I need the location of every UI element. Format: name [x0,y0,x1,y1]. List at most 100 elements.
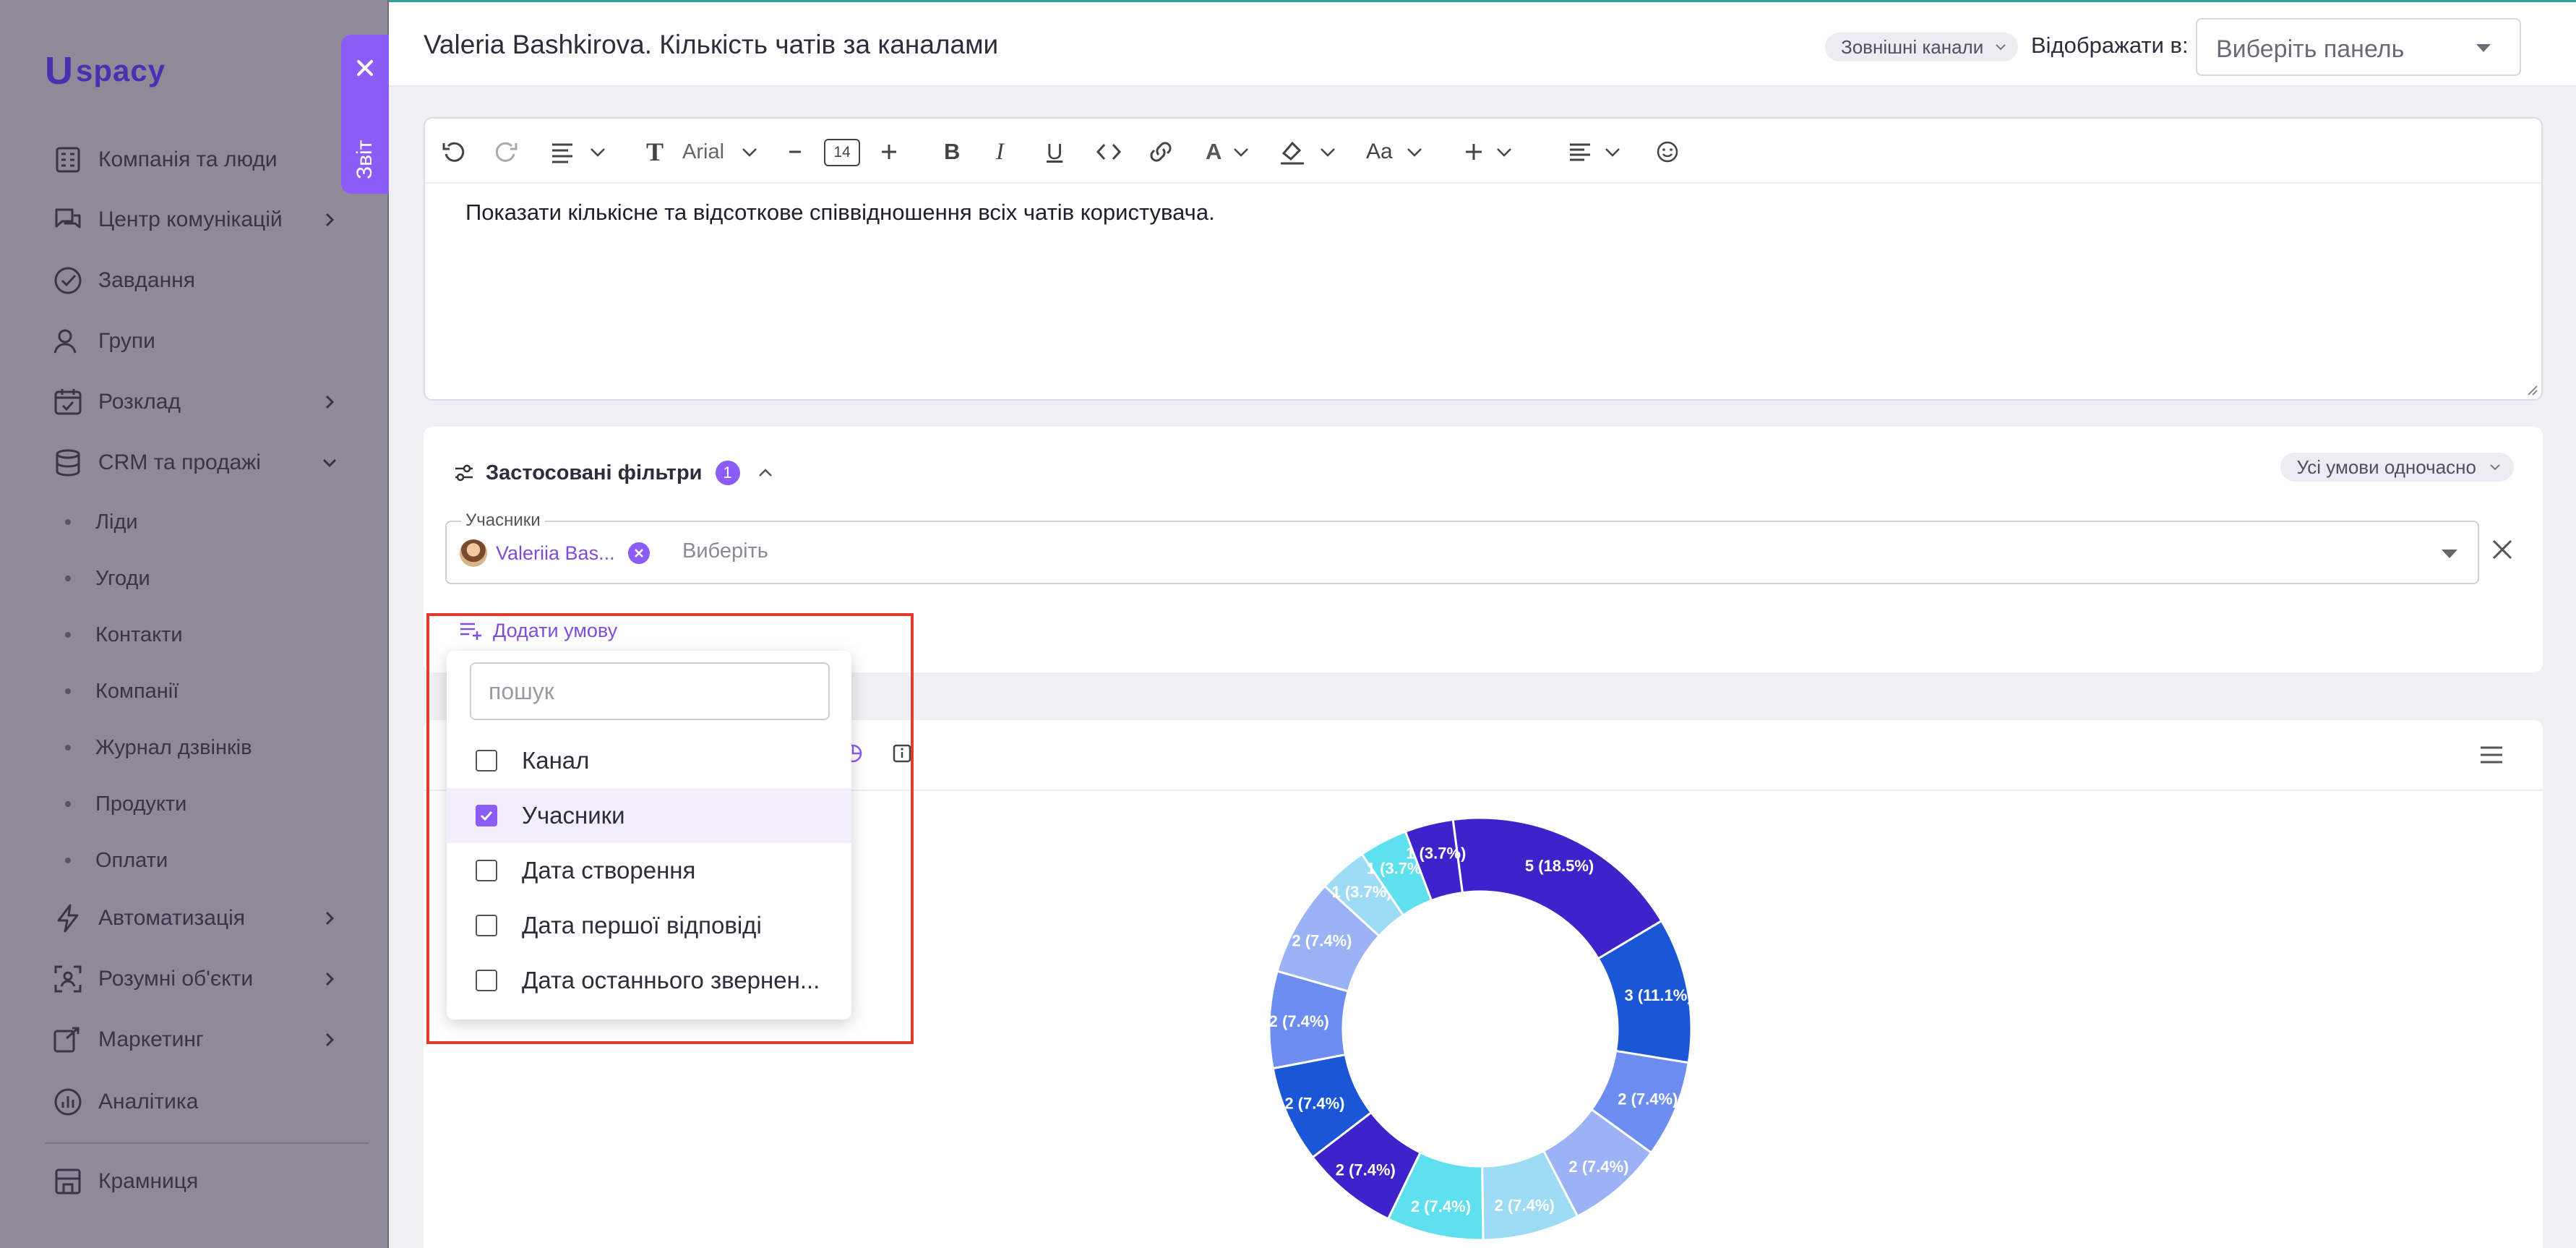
checkbox[interactable] [476,750,497,772]
sidebar-item-label: Компанія та люди [98,148,278,171]
store-icon [51,1164,85,1199]
chevron-down-icon[interactable] [1603,137,1622,166]
sidebar-item-label: Автоматизація [98,906,246,930]
checkbox[interactable] [476,970,497,991]
sidebar-subitem-call-log[interactable]: Журнал дзвінків [65,731,252,764]
chevron-down-icon[interactable] [1495,137,1514,166]
sidebar-item-store[interactable]: Крамниця [51,1161,369,1202]
panel-select[interactable]: Виберіть панель [2196,18,2521,76]
checkbox[interactable] [476,915,497,936]
spacy-logo[interactable]: U spacy [45,51,166,91]
dropdown-option-first-response-date[interactable]: Дата першої відповіді [447,898,851,953]
sidebar-item-label: Групи [98,329,155,353]
panel-select-placeholder: Виберіть панель [2216,35,2405,63]
chevron-down-icon[interactable] [588,137,607,166]
checkbox-checked[interactable] [476,805,497,826]
logo-text: spacy [76,54,166,87]
dropdown-option-created-date[interactable]: Дата створення [447,843,851,898]
decrease-font-icon[interactable] [786,137,804,166]
subitem-label: Контакти [95,623,183,646]
sidebar-item-marketing[interactable]: Маркетинг [51,1020,369,1060]
participant-chip-name: Valeriia Bas... [496,542,615,564]
sidebar-item-analytics[interactable]: Аналітика [51,1082,369,1122]
donut-slice[interactable] [1451,816,1663,960]
close-icon[interactable] [353,56,377,80]
filters-header[interactable]: Застосовані фільтри 1 [452,458,775,487]
checkbox[interactable] [476,860,497,881]
rich-text-editor[interactable]: T Arial 14 B I U A Aa Показати кількісне… [424,117,2543,401]
chevron-down-icon [322,458,337,468]
remove-chip-icon[interactable] [627,542,650,564]
slice-label: 3 (11.1%) [1624,986,1692,1004]
emoji-icon[interactable] [1655,137,1680,166]
dropdown-option-last-contact-date[interactable]: Дата останнього звернен... [447,953,851,1008]
report-side-tab[interactable]: Звіт [341,35,389,194]
participants-select[interactable]: Учасники Valeriia Bas... Виберіть [445,510,2479,584]
paragraph-format-icon[interactable] [548,137,577,166]
building-icon [51,142,85,177]
add-condition-button[interactable]: Додати умову [458,616,617,645]
highlight-color-icon[interactable] [1278,137,1307,166]
page-title: Valeria Bashkirova. Кількість чатів за к… [424,30,999,59]
sidebar-item-label: Розклад [98,390,181,414]
chevron-down-icon[interactable] [1405,137,1424,166]
resize-handle-icon[interactable] [2525,383,2538,396]
chevron-down-icon[interactable] [1232,137,1250,166]
bold-icon[interactable]: B [944,137,960,166]
chevron-down-icon[interactable] [740,137,759,166]
italic-icon[interactable]: I [996,137,1004,166]
subitem-label: Угоди [95,566,150,590]
subitem-label: Ліди [95,510,138,534]
chevron-down-icon [1996,44,2006,51]
align-left-icon[interactable] [1567,137,1593,166]
link-icon[interactable] [1146,137,1175,166]
sidebar-subitem-products[interactable]: Продукти [65,787,186,821]
caret-down-icon[interactable] [2442,550,2457,558]
hamburger-menu-icon[interactable] [2478,742,2505,768]
chevron-up-icon[interactable] [756,463,775,482]
slice-label: 1 (3.7%) [1406,845,1466,863]
sidebar-item-groups[interactable]: Групи [51,321,369,362]
conditions-mode-select[interactable]: Усі умови одночасно [2280,453,2514,482]
font-family-select[interactable]: Arial [682,137,724,166]
sidebar-subitem-contacts[interactable]: Контакти [65,618,183,651]
increase-font-icon[interactable] [879,137,899,166]
insert-plus-icon[interactable] [1463,137,1485,166]
sidebar-item-company[interactable]: Компанія та люди [51,140,369,180]
sidebar-item-automation[interactable]: Автоматизація [51,898,369,939]
sidebar-subitem-companies[interactable]: Компанії [65,675,179,708]
editor-content[interactable]: Показати кількісне та відсоткове співвід… [465,200,1215,226]
sidebar-item-schedule[interactable]: Розклад [51,382,369,422]
sidebar-subitem-deals[interactable]: Угоди [65,562,150,595]
channels-badge[interactable]: Зовнішні канали [1825,33,2019,61]
participant-chip[interactable]: Valeriia Bas... [460,538,650,568]
sidebar-subitem-payments[interactable]: Оплати [65,844,168,877]
info-icon[interactable] [890,742,914,765]
sidebar-item-label: Розумні об'єкти [98,967,254,991]
chevron-down-icon[interactable] [1318,137,1337,166]
dropdown-option-participants[interactable]: Учасники [447,788,851,843]
redo-icon[interactable] [491,137,520,166]
sidebar-item-tasks[interactable]: Завдання [51,260,369,301]
clear-filter-icon[interactable] [2488,535,2517,564]
dropdown-search-input[interactable] [470,662,830,720]
sidebar-item-crm[interactable]: CRM та продажі [51,443,369,483]
sidebar-item-smart-objects[interactable]: Розумні об'єкти [51,959,369,999]
text-case-icon[interactable]: Aa [1366,137,1393,166]
add-condition-label: Додати умову [493,619,618,641]
sidebar-subitem-leads[interactable]: Ліди [65,505,138,539]
undo-icon[interactable] [439,137,468,166]
font-size-input[interactable]: 14 [824,139,860,166]
participants-label: Учасники [461,510,545,531]
dropdown-option-channel[interactable]: Канал [447,733,851,788]
filters-count-badge: 1 [715,461,740,485]
underline-icon[interactable]: U [1047,137,1062,166]
subitem-label: Продукти [95,792,187,816]
text-color-icon[interactable]: A [1206,137,1222,166]
text-style-icon[interactable]: T [646,137,664,166]
sidebar-item-communications[interactable]: Центр комунікацій [51,200,369,240]
code-icon[interactable] [1094,137,1123,166]
caret-down-icon [2476,44,2491,52]
slice-label: 2 (7.4%) [1284,1095,1344,1113]
smart-object-icon [51,962,85,996]
